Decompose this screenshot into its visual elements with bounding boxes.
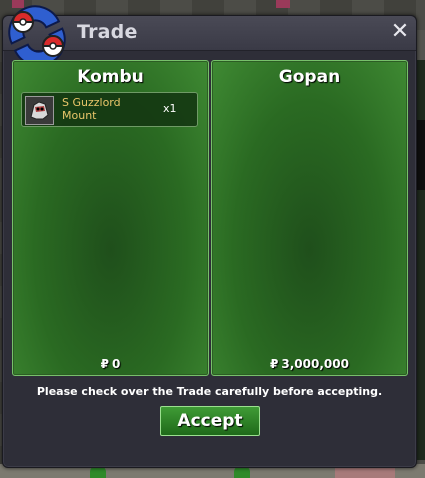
world-sprite (276, 0, 290, 8)
right-player-name: Gopan (278, 67, 341, 87)
window-title: Trade (77, 21, 138, 43)
mount-icon (25, 96, 54, 125)
item-name-line1: S Guzzlord (62, 96, 121, 109)
close-icon[interactable]: ✕ (390, 21, 410, 43)
currency-icon: ₽ (100, 357, 109, 371)
item-name-line2: Mount (62, 109, 97, 122)
right-money: ₽3,000,000 (212, 357, 407, 371)
trade-notice: Please check over the Trade carefully be… (36, 385, 383, 398)
my-offer-panel[interactable]: Kombu S Guzzlord Mount x1 ₽0 (12, 60, 209, 376)
right-money-amount: 3,000,000 (281, 357, 349, 371)
currency-icon: ₽ (270, 357, 279, 371)
trade-window: Trade ✕ Kombu S Guzzlord Mount x1 ₽ 0 Go… (2, 5, 417, 468)
left-player-name: Kombu (77, 67, 144, 87)
trade-item-slot[interactable]: S Guzzlord Mount x1 (21, 92, 198, 127)
item-quantity: x1 (163, 102, 177, 115)
partner-offer-panel: Gopan ₽3,000,000 (211, 60, 408, 376)
item-name: S Guzzlord Mount (62, 96, 148, 122)
left-money-amount: 0 (112, 357, 121, 371)
accept-button[interactable]: Accept (160, 406, 260, 436)
left-money: ₽0 (13, 357, 208, 371)
